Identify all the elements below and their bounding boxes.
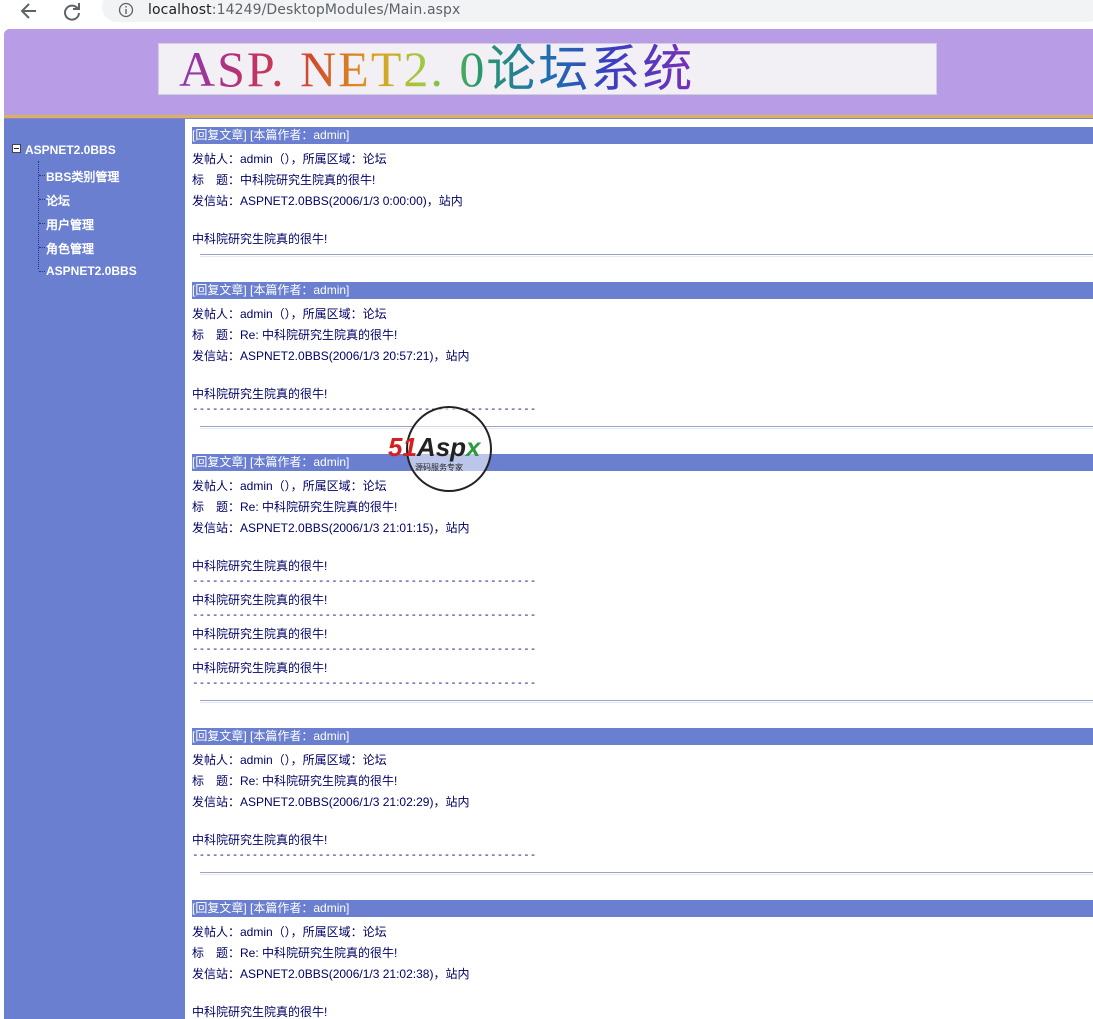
post-header-bar: [回复文章] [本篇作者：admin]	[192, 127, 1093, 144]
post-body-line: 中科院研究生院真的很牛!	[192, 593, 328, 607]
post-station: 发信站：ASPNET2.0BBS(2006/1/3 21:01:15)，站内	[192, 521, 470, 535]
back-arrow-icon[interactable]	[18, 0, 40, 22]
tree-connector	[39, 271, 45, 272]
sidebar: ASPNET2.0BBS BBS类别管理 论坛 用户管理 角色管理 ASPNET…	[4, 119, 185, 1019]
post-station: 发信站：ASPNET2.0BBS(2006/1/3 21:02:38)，站内	[192, 967, 470, 981]
post-author: [本篇作者：admin]	[250, 128, 350, 142]
tree-connector	[39, 175, 45, 176]
post-item: [回复文章] [本篇作者：admin] 发帖人：admin（），所属区域：论坛 …	[185, 274, 1093, 447]
tree-item-role-management[interactable]: 角色管理	[39, 238, 179, 258]
post-author: [本篇作者：admin]	[250, 901, 350, 915]
page-frame: ASP. NET2. 0论坛系统 ASPNET2.0BBS BBS类别管理 论坛…	[4, 29, 1093, 1019]
post-author: [本篇作者：admin]	[250, 455, 350, 469]
tree-item-aspnet20bbs[interactable]: ASPNET2.0BBS	[39, 262, 179, 282]
url-host: localhost	[148, 2, 212, 18]
post-body-line: 中科院研究生院真的很牛!	[192, 387, 328, 401]
reply-link[interactable]: [回复文章]	[192, 729, 247, 743]
post-poster: 发帖人：admin（），所属区域：论坛	[192, 753, 387, 767]
post-station: 发信站：ASPNET2.0BBS(2006/1/3 21:02:29)，站内	[192, 795, 470, 809]
post-title: 标 题：中科院研究生院真的很牛!	[192, 173, 376, 187]
post-header-bar: [回复文章] [本篇作者：admin]	[192, 282, 1093, 299]
post-divider	[200, 700, 1093, 703]
body-separator: ----------------------------------------…	[192, 642, 537, 655]
watermark-logo: 51Aspx 源码服务专家	[388, 406, 492, 492]
post-header-bar: [回复文章] [本篇作者：admin]	[192, 728, 1093, 745]
post-title: 标 题：Re: 中科院研究生院真的很牛!	[192, 328, 398, 342]
post-body-line: 中科院研究生院真的很牛!	[192, 232, 328, 246]
watermark-logo-text: 51Aspx	[388, 432, 482, 462]
post-title: 标 题：Re: 中科院研究生院真的很牛!	[192, 500, 398, 514]
tree-item-user-management[interactable]: 用户管理	[39, 214, 179, 234]
tree-root-aspnet20bbs[interactable]: ASPNET2.0BBS	[25, 143, 116, 157]
tree-item-label[interactable]: BBS类别管理	[46, 168, 119, 185]
post-body-line: 中科院研究生院真的很牛!	[192, 661, 328, 675]
site-banner: ASP. NET2. 0论坛系统	[158, 43, 937, 95]
post-poster: 发帖人：admin（），所属区域：论坛	[192, 925, 387, 939]
post-body-line: 中科院研究生院真的很牛!	[192, 1005, 328, 1019]
browser-toolbar: localhost:14249/DesktopModules/Main.aspx	[0, 0, 1093, 24]
post-station: 发信站：ASPNET2.0BBS(2006/1/3 20:57:21)，站内	[192, 349, 470, 363]
site-header: ASP. NET2. 0论坛系统	[4, 29, 1093, 115]
post-author: [本篇作者：admin]	[250, 729, 350, 743]
reply-link[interactable]: [回复文章]	[192, 128, 247, 142]
body-separator: ----------------------------------------…	[192, 676, 537, 689]
tree-item-label[interactable]: 角色管理	[46, 240, 94, 257]
post-item: [回复文章] [本篇作者：admin] 发帖人：admin（），所属区域：论坛 …	[185, 720, 1093, 893]
tree-connector	[39, 247, 45, 248]
post-title: 标 题：Re: 中科院研究生院真的很牛!	[192, 774, 398, 788]
tree-item-label[interactable]: ASPNET2.0BBS	[46, 264, 137, 278]
banner-title: ASP. NET2. 0论坛系统	[179, 44, 694, 94]
collapse-icon[interactable]	[12, 144, 21, 153]
post-item: [回复文章] [本篇作者：admin] 发帖人：admin（），所属区域：论坛 …	[185, 119, 1093, 275]
url-text[interactable]: localhost:14249/DesktopModules/Main.aspx	[148, 2, 460, 18]
post-divider	[200, 426, 1093, 429]
reply-link[interactable]: [回复文章]	[192, 901, 247, 915]
tree-item-bbs-category[interactable]: BBS类别管理	[39, 166, 179, 186]
site-info-icon[interactable]	[118, 2, 134, 18]
reload-icon[interactable]	[61, 0, 83, 22]
post-body-line: 中科院研究生院真的很牛!	[192, 559, 328, 573]
post-poster: 发帖人：admin（），所属区域：论坛	[192, 479, 387, 493]
body-separator: ----------------------------------------…	[192, 574, 537, 587]
post-poster: 发帖人：admin（），所属区域：论坛	[192, 307, 387, 321]
url-path: :14249/DesktopModules/Main.aspx	[211, 2, 461, 18]
post-title: 标 题：Re: 中科院研究生院真的很牛!	[192, 946, 398, 960]
post-item: [回复文章] [本篇作者：admin] 发帖人：admin（），所属区域：论坛 …	[185, 892, 1093, 1019]
tree-item-label[interactable]: 用户管理	[46, 216, 94, 233]
post-body-line: 中科院研究生院真的很牛!	[192, 627, 328, 641]
post-divider	[200, 872, 1093, 875]
post-author: [本篇作者：admin]	[250, 283, 350, 297]
post-body-line: 中科院研究生院真的很牛!	[192, 833, 328, 847]
tree-connector	[39, 223, 45, 224]
post-header-bar: [回复文章] [本篇作者：admin]	[192, 454, 1093, 471]
post-header-bar: [回复文章] [本篇作者：admin]	[192, 900, 1093, 917]
body-separator: ----------------------------------------…	[192, 608, 537, 621]
post-list: [回复文章] [本篇作者：admin] 发帖人：admin（），所属区域：论坛 …	[185, 119, 1093, 1019]
post-poster: 发帖人：admin（），所属区域：论坛	[192, 152, 387, 166]
tree-connector	[39, 199, 45, 200]
post-item: [回复文章] [本篇作者：admin] 发帖人：admin（），所属区域：论坛 …	[185, 446, 1093, 721]
watermark-tagline: 源码服务专家	[415, 462, 463, 472]
post-station: 发信站：ASPNET2.0BBS(2006/1/3 0:00:00)，站内	[192, 194, 463, 208]
reply-link[interactable]: [回复文章]	[192, 283, 247, 297]
tree-item-label[interactable]: 论坛	[46, 192, 70, 209]
reply-link[interactable]: [回复文章]	[192, 455, 247, 469]
tree-item-forum[interactable]: 论坛	[39, 190, 179, 210]
body-separator: ----------------------------------------…	[192, 848, 537, 861]
post-divider	[200, 254, 1093, 257]
